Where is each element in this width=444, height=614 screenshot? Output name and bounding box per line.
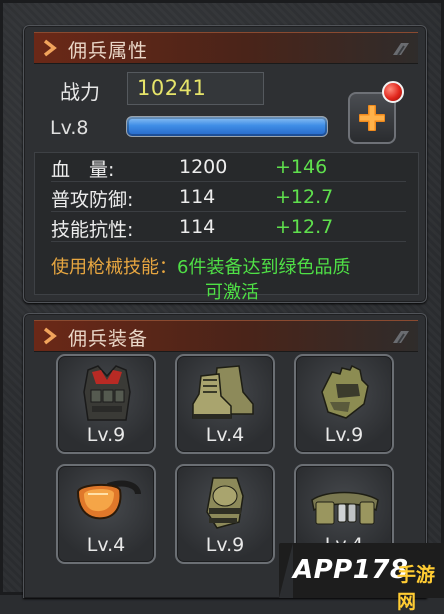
slot-level: Lv.9 <box>86 424 126 446</box>
corner-ornament-icon <box>393 331 409 344</box>
equipment-slot-boots[interactable]: Lv.4 <box>175 354 275 454</box>
combat-power-value: 10241 <box>127 72 264 105</box>
note-label: 使用枪械技能： <box>51 257 177 278</box>
logo-slant-icon <box>279 543 293 598</box>
stat-label: 普攻防御: <box>51 189 134 211</box>
corner-ornament-icon <box>393 43 409 56</box>
combat-boots-icon <box>192 365 254 419</box>
armor-vest-icon <box>83 365 131 421</box>
stat-label: 血 量: <box>51 159 115 181</box>
stat-bonus: +146 <box>275 156 328 178</box>
attributes-header: 佣兵属性 <box>34 32 418 64</box>
stat-row-resistance: 技能抗性: 114 +12.7 <box>51 213 406 242</box>
skill-unlock-note: 使用枪械技能：6件装备达到绿色品质 <box>51 257 411 278</box>
level-progress-bar <box>126 116 328 137</box>
stats-table: 血 量: 1200 +146 普攻防御: 114 +12.7 技能抗性: 114… <box>34 152 419 303</box>
note-text: 6件装备达到绿色品质 <box>177 257 351 278</box>
chevron-right-icon <box>43 327 57 345</box>
equipment-slot-goggles[interactable]: Lv.4 <box>56 464 156 564</box>
stat-value: 1200 <box>179 156 228 178</box>
utility-belt-icon <box>311 491 379 525</box>
equipment-slot-knee-pads[interactable]: Lv.9 <box>175 464 275 564</box>
site-watermark-logo: APP178 手游网 <box>279 543 444 613</box>
combat-power-label: 战力 <box>60 80 100 104</box>
stat-bonus: +12.7 <box>275 186 334 208</box>
slot-level: Lv.4 <box>86 534 126 556</box>
tactical-gloves-icon <box>321 364 369 419</box>
game-window: 佣兵属性 战力 10241 Lv.8 血 量: 1200 +146 普攻防御: … <box>0 0 444 613</box>
stat-row-hp: 血 量: 1200 +146 <box>51 153 406 182</box>
watermark-site: 手游网 <box>397 564 436 613</box>
stat-label: 技能抗性: <box>51 219 134 241</box>
stat-value: 114 <box>179 186 216 208</box>
mercenary-attributes-panel: 佣兵属性 战力 10241 Lv.8 血 量: 1200 +146 普攻防御: … <box>23 25 427 303</box>
equipment-header: 佣兵装备 <box>34 320 418 352</box>
note-text-continued: 可激活 <box>205 282 259 303</box>
attributes-title: 佣兵属性 <box>68 40 149 62</box>
slot-level: Lv.4 <box>205 424 245 446</box>
level-label: Lv.8 <box>50 117 89 139</box>
stat-bonus: +12.7 <box>275 216 334 238</box>
stat-value: 114 <box>179 216 216 238</box>
slot-level: Lv.9 <box>205 534 245 556</box>
slot-level: Lv.9 <box>324 424 364 446</box>
knee-pads-icon <box>206 477 244 529</box>
notification-dot <box>382 81 404 103</box>
equipment-slot-armor[interactable]: Lv.9 <box>56 354 156 454</box>
plus-icon <box>359 105 385 131</box>
equipment-title: 佣兵装备 <box>68 328 149 350</box>
equipment-slot-gloves[interactable]: Lv.9 <box>294 354 394 454</box>
chevron-right-icon <box>43 39 57 57</box>
watermark-brand: APP178 <box>293 555 409 585</box>
stat-row-defense: 普攻防御: 114 +12.7 <box>51 183 406 212</box>
goggles-icon <box>76 480 141 520</box>
